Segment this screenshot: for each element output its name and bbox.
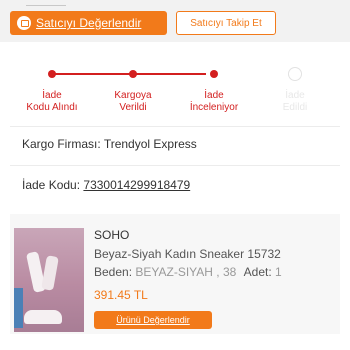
comment-icon [17,16,31,30]
product-price: 391.45 TL [94,288,148,302]
product-image[interactable] [14,228,84,332]
size-label: Beden: [94,265,133,279]
seller-action-bar: Satıcıyı Değerlendir Satıcıyı Takip Et [0,0,350,42]
carrier-label: Kargo Firması: [22,137,101,151]
follow-seller-label: Satıcıyı Takip Et [190,17,262,29]
product-variant: Beden: BEYAZ-SIYAH , 38 Adet: 1 [94,265,282,279]
rate-seller-button[interactable]: Satıcıyı Değerlendir [10,11,167,35]
progress-dot-4 [288,67,302,81]
product-name: Beyaz-Siyah Kadın Sneaker 15732 [94,247,281,261]
progress-dot-1 [48,70,56,78]
progress-dot-3 [210,70,218,78]
return-code-value[interactable]: 7330014299918479 [83,178,190,192]
quantity-label: Adet: [243,265,272,279]
return-progress-tracker: İade Kodu Alındı Kargoya Verildi İade İn… [0,66,350,126]
quantity-value: 1 [275,265,282,279]
progress-line-1 [52,73,130,75]
carrier-value: Trendyol Express [103,137,197,151]
step-label-returned: İade Edildi [282,90,308,113]
divider [10,126,340,127]
size-value: BEYAZ-SIYAH , 38 [135,265,237,279]
step-label-code-received: İade Kodu Alındı [26,90,78,113]
follow-seller-button[interactable]: Satıcıyı Takip Et [176,11,276,35]
step-label-shipped: Kargoya Verildi [114,90,152,113]
step-label-reviewing: İade İnceleniyor [189,90,239,113]
product-brand: SOHO [94,228,130,242]
divider [10,165,340,166]
top-divider [26,0,66,6]
shipping-carrier-row: Kargo Firması: Trendyol Express [22,137,197,151]
return-code-label: İade Kodu: [22,178,81,192]
progress-dot-2 [129,70,137,78]
return-code-row: İade Kodu: 7330014299918479 [22,178,190,192]
rate-product-label: Ürünü Değerlendir [116,315,190,325]
rate-product-button[interactable]: Ürünü Değerlendir [94,311,212,329]
progress-line-2 [134,73,206,75]
product-card: SOHO Beyaz-Siyah Kadın Sneaker 15732 Bed… [10,214,340,334]
rate-seller-label: Satıcıyı Değerlendir [36,16,142,30]
